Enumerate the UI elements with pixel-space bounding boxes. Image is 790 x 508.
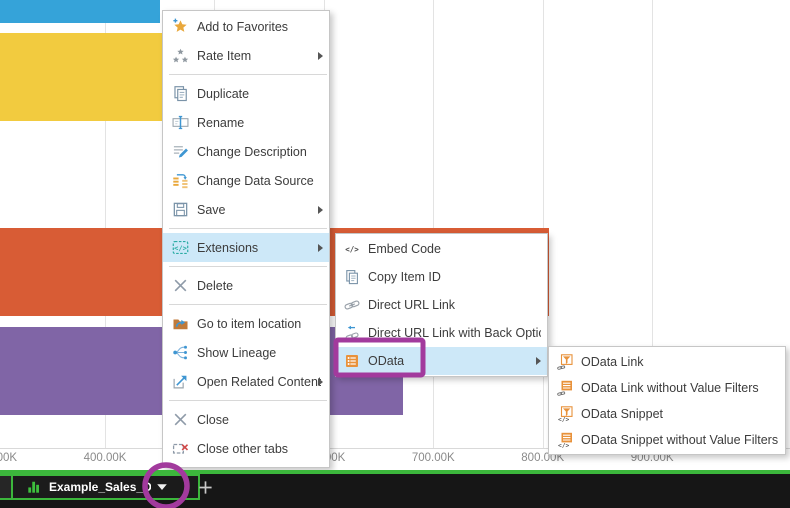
add-to-favorites-icon: [172, 18, 189, 35]
change-description-icon: [172, 143, 189, 160]
x-axis-tick-label: 300.00K: [0, 452, 17, 464]
close-icon: [172, 411, 189, 428]
menu-item-duplicate[interactable]: Duplicate: [163, 79, 329, 108]
menu-item-label: Direct URL Link with Back Option: [368, 326, 541, 340]
open-related-content-icon: [172, 373, 189, 390]
plus-icon: [198, 480, 213, 495]
menu-item-label: Rename: [197, 116, 244, 130]
menu-item-label: Embed Code: [368, 242, 441, 256]
submenu-arrow-icon: [318, 206, 323, 214]
submenu-arrow-icon: [318, 52, 323, 60]
duplicate-icon: [172, 85, 189, 102]
menu-item-copy-item-id[interactable]: Copy Item ID: [336, 263, 547, 291]
tab-bar: Example_Sales_Disc: [0, 474, 790, 508]
menu-item-label: OData Link: [581, 355, 644, 369]
menu-separator: [169, 266, 327, 267]
menu-item-label: Close other tabs: [197, 442, 288, 456]
menu-item-label: Change Description: [197, 145, 307, 159]
menu-item-save[interactable]: Save: [163, 195, 329, 224]
caret-down-icon[interactable]: [155, 480, 169, 494]
x-axis-tick-label: 400.00K: [84, 452, 127, 464]
odata-link-icon: [557, 354, 573, 370]
menu-item-label: Direct URL Link: [368, 298, 455, 312]
tab-label: Example_Sales_Disc: [49, 480, 151, 494]
menu-item-show-lineage[interactable]: Show Lineage: [163, 338, 329, 367]
menu-item-rename[interactable]: Rename: [163, 108, 329, 137]
extensions-icon: [172, 239, 189, 256]
menu-item-odata-link[interactable]: OData Link: [549, 349, 785, 375]
menu-item-label: Extensions: [197, 241, 258, 255]
rate-item-icon: [172, 47, 189, 64]
menu-item-change-description[interactable]: Change Description: [163, 137, 329, 166]
odata-link-no-filters-icon: [557, 380, 573, 396]
menu-item-label: Show Lineage: [197, 346, 276, 360]
menu-item-label: Go to item location: [197, 317, 301, 331]
direct-url-link-back-icon: [344, 325, 360, 341]
gridline: [433, 0, 434, 448]
direct-url-link-icon: [344, 297, 360, 313]
submenu-arrow-icon: [318, 378, 323, 386]
go-to-item-location-icon: [172, 315, 189, 332]
copy-item-id-icon: [344, 269, 360, 285]
embed-code-icon: [344, 241, 360, 257]
menu-item-delete[interactable]: Delete: [163, 271, 329, 300]
menu-separator: [169, 304, 327, 305]
menu-item-label: Rate Item: [197, 49, 251, 63]
show-lineage-icon: [172, 344, 189, 361]
odata-snippet-no-filters-icon: [557, 432, 573, 448]
menu-item-close-other-tabs[interactable]: Close other tabs: [163, 434, 329, 463]
app-window: </>: [0, 0, 790, 508]
menu-separator: [169, 400, 327, 401]
menu-item-label: Save: [197, 203, 226, 217]
odata-submenu: OData Link OData Link without Value Filte…: [548, 346, 786, 455]
menu-item-odata-snippet-without-value-filters[interactable]: OData Snippet without Value Filters: [549, 427, 785, 453]
menu-item-label: Open Related Content: [197, 375, 321, 389]
tab-example-sales[interactable]: Example_Sales_Disc: [11, 474, 200, 500]
change-data-source-icon: [172, 172, 189, 189]
delete-icon: [172, 277, 189, 294]
submenu-arrow-icon: [318, 244, 323, 252]
menu-item-label: OData Snippet without Value Filters: [581, 433, 778, 447]
menu-item-label: Change Data Source: [197, 174, 314, 188]
menu-item-odata-link-without-value-filters[interactable]: OData Link without Value Filters: [549, 375, 785, 401]
menu-item-label: OData: [368, 354, 404, 368]
menu-item-direct-url-link-with-back-option[interactable]: Direct URL Link with Back Option: [336, 319, 547, 347]
menu-separator: [169, 74, 327, 75]
close-other-tabs-icon: [172, 440, 189, 457]
menu-item-label: Copy Item ID: [368, 270, 441, 284]
menu-item-direct-url-link[interactable]: Direct URL Link: [336, 291, 547, 319]
menu-item-label: OData Link without Value Filters: [581, 381, 759, 395]
menu-item-go-to-item-location[interactable]: Go to item location: [163, 309, 329, 338]
menu-item-odata[interactable]: OData: [336, 347, 547, 375]
menu-separator: [169, 228, 327, 229]
chart-bar-1[interactable]: [0, 0, 160, 23]
menu-item-label: Close: [197, 413, 229, 427]
rename-icon: [172, 114, 189, 131]
x-axis-tick-label: 700.00K: [412, 452, 455, 464]
menu-item-label: Add to Favorites: [197, 20, 288, 34]
menu-item-close[interactable]: Close: [163, 405, 329, 434]
menu-item-rate-item[interactable]: Rate Item: [163, 41, 329, 70]
menu-item-label: Duplicate: [197, 87, 249, 101]
menu-item-label: Delete: [197, 279, 233, 293]
odata-icon: [344, 353, 360, 369]
menu-item-label: OData Snippet: [581, 407, 663, 421]
item-context-menu: Add to Favorites Rate Item Duplicate Rename…: [162, 10, 330, 468]
menu-item-odata-snippet[interactable]: OData Snippet: [549, 401, 785, 427]
bar-chart-icon: [27, 480, 41, 494]
save-icon: [172, 201, 189, 218]
odata-snippet-icon: [557, 406, 573, 422]
menu-item-open-related-content[interactable]: Open Related Content: [163, 367, 329, 396]
extensions-submenu: Embed Code Copy Item ID Direct URL Link Dir…: [335, 233, 548, 377]
menu-item-change-data-source[interactable]: Change Data Source: [163, 166, 329, 195]
submenu-arrow-icon: [536, 357, 541, 365]
gridline: [543, 0, 544, 448]
menu-item-add-to-favorites[interactable]: Add to Favorites: [163, 12, 329, 41]
menu-item-extensions[interactable]: Extensions: [163, 233, 329, 262]
menu-item-embed-code[interactable]: Embed Code: [336, 235, 547, 263]
new-tab-button[interactable]: [192, 474, 218, 500]
